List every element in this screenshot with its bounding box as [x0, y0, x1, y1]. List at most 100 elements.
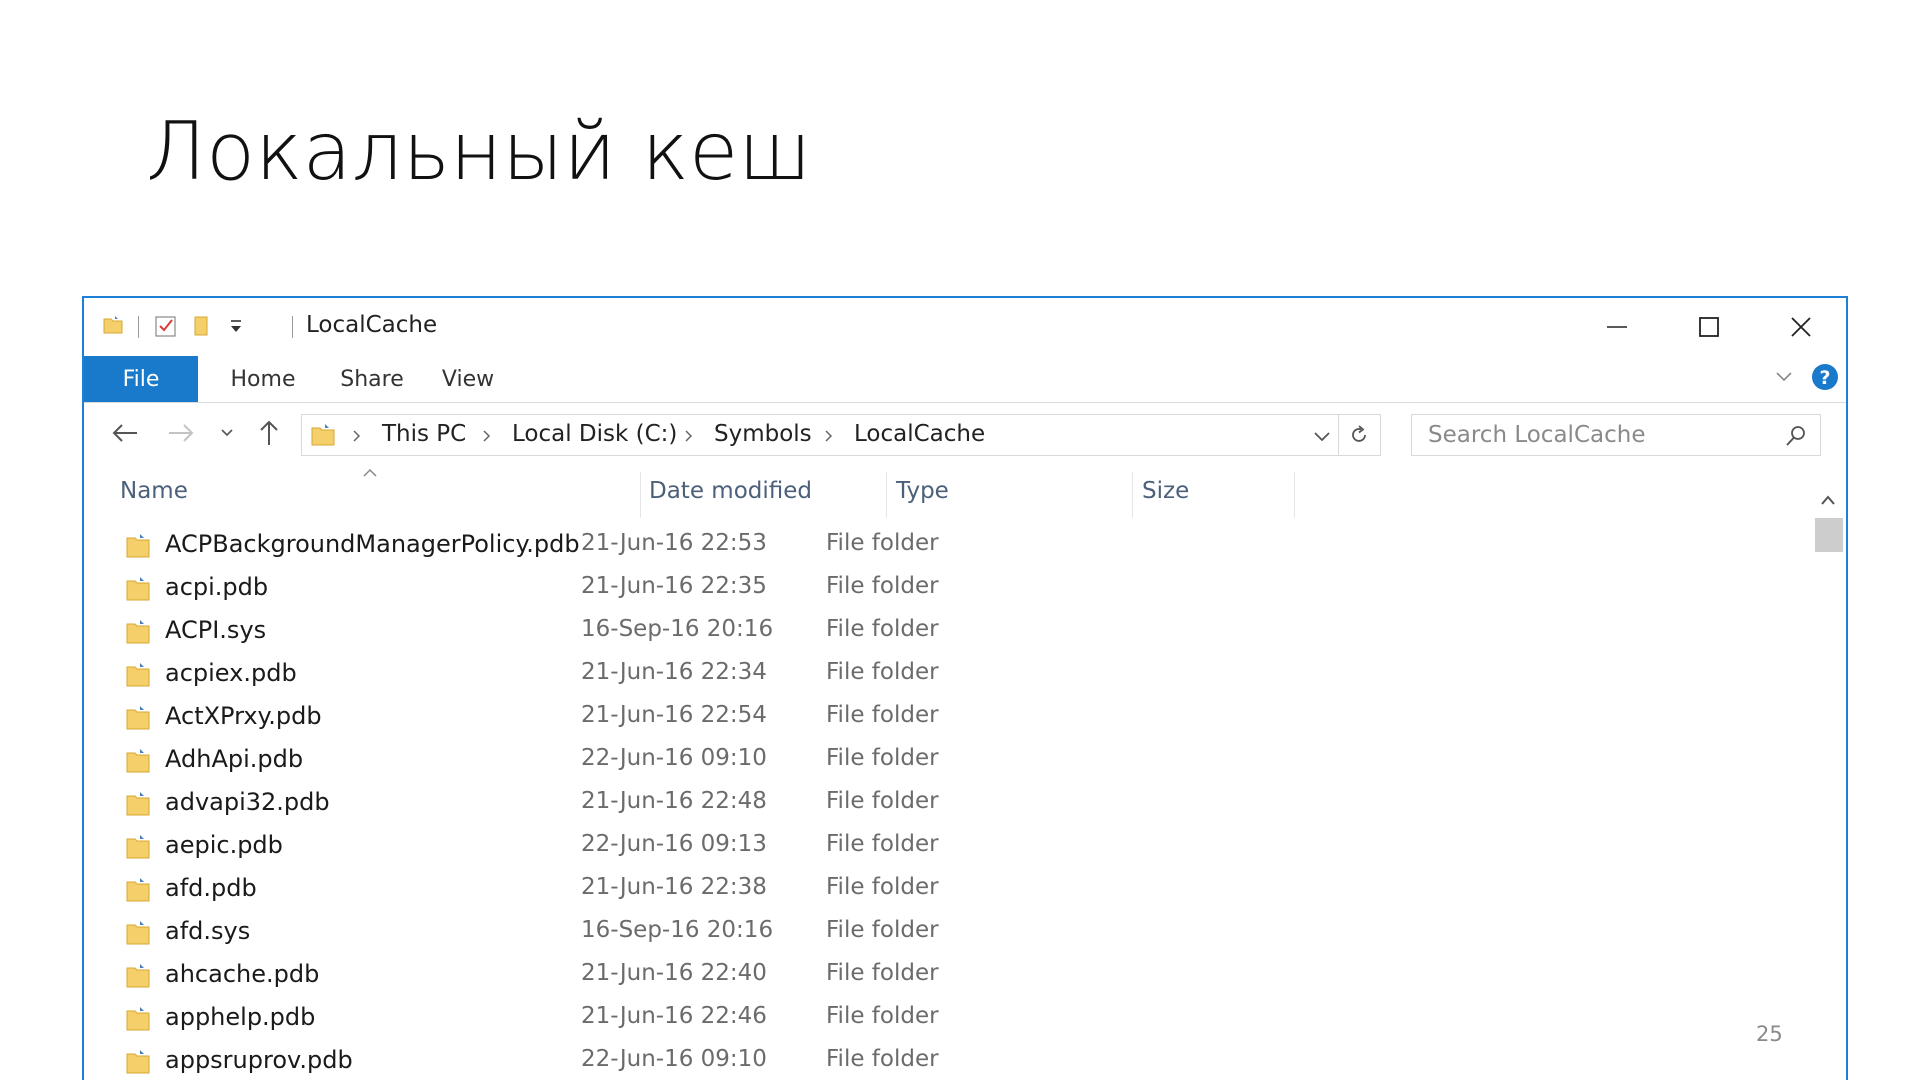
ribbon-tabs: File Home Share View ?: [84, 356, 1846, 403]
file-type: File folder: [826, 745, 939, 771]
file-date-modified: 21-Jun-16 22:34: [581, 659, 767, 685]
close-button[interactable]: [1755, 298, 1846, 356]
file-row[interactable]: afd.pdb 21-Jun-16 22:38 File folder: [114, 868, 1764, 911]
maximize-button[interactable]: [1663, 298, 1755, 356]
folder-icon: [124, 876, 152, 908]
tab-share[interactable]: Share: [328, 356, 416, 402]
file-type: File folder: [826, 573, 939, 599]
file-date-modified: 21-Jun-16 22:38: [581, 874, 767, 900]
scroll-up-button[interactable]: [1812, 484, 1844, 516]
folder-icon: [310, 422, 336, 452]
file-type: File folder: [826, 702, 939, 728]
chevron-right-icon[interactable]: [684, 428, 694, 447]
file-type: File folder: [826, 616, 939, 642]
file-row[interactable]: ACPI.sys 16-Sep-16 20:16 File folder: [114, 610, 1764, 653]
column-type[interactable]: Type: [896, 478, 949, 504]
refresh-icon[interactable]: [1348, 424, 1370, 450]
folder-icon: [124, 1005, 152, 1037]
file-date-modified: 22-Jun-16 09:10: [581, 745, 767, 771]
sort-ascending-icon: [362, 464, 378, 483]
file-row[interactable]: acpiex.pdb 21-Jun-16 22:34 File folder: [114, 653, 1764, 696]
file-type: File folder: [826, 831, 939, 857]
file-name: ActXPrxy.pdb: [165, 702, 322, 730]
back-button[interactable]: [108, 416, 142, 450]
chevron-right-icon[interactable]: [352, 428, 362, 447]
file-name: ACPI.sys: [165, 616, 267, 644]
file-name: ahcache.pdb: [165, 960, 320, 988]
file-row[interactable]: acpi.pdb 21-Jun-16 22:35 File folder: [114, 567, 1764, 610]
file-name: afd.pdb: [165, 874, 257, 902]
file-type: File folder: [826, 788, 939, 814]
scroll-thumb[interactable]: [1815, 518, 1843, 552]
file-row[interactable]: afd.sys 16-Sep-16 20:16 File folder: [114, 911, 1764, 954]
tab-home[interactable]: Home: [206, 356, 320, 402]
search-placeholder: Search LocalCache: [1428, 422, 1646, 448]
search-icon[interactable]: [1784, 424, 1808, 452]
file-name: appsruprov.pdb: [165, 1046, 353, 1074]
column-name[interactable]: Name: [120, 478, 188, 504]
column-date-modified[interactable]: Date modified: [649, 478, 812, 504]
folder-icon: [124, 661, 152, 693]
file-row[interactable]: ActXPrxy.pdb 21-Jun-16 22:54 File folder: [114, 696, 1764, 739]
file-type: File folder: [826, 1046, 939, 1072]
recent-locations-chevron-icon[interactable]: [210, 416, 244, 450]
breadcrumb-this-pc[interactable]: This PC: [382, 421, 466, 447]
customize-quick-access-icon[interactable]: [228, 318, 244, 340]
column-size[interactable]: Size: [1142, 478, 1189, 504]
file-name: apphelp.pdb: [165, 1003, 316, 1031]
slide-page-number: 25: [1756, 1022, 1783, 1046]
file-name: afd.sys: [165, 917, 251, 945]
folder-icon: [124, 704, 152, 736]
file-row[interactable]: AdhApi.pdb 22-Jun-16 09:10 File folder: [114, 739, 1764, 782]
column-divider[interactable]: [886, 472, 887, 518]
column-headers: Name Date modified Type Size: [84, 464, 1846, 524]
address-dropdown-icon[interactable]: [1312, 426, 1332, 450]
file-row[interactable]: advapi32.pdb 21-Jun-16 22:48 File folder: [114, 782, 1764, 825]
file-row[interactable]: aepic.pdb 22-Jun-16 09:13 File folder: [114, 825, 1764, 868]
breadcrumb-localcache[interactable]: LocalCache: [854, 421, 985, 447]
breadcrumb-symbols[interactable]: Symbols: [714, 421, 812, 447]
file-type: File folder: [826, 530, 939, 556]
address-bar[interactable]: This PC Local Disk (C:) Symbols LocalCac…: [301, 414, 1381, 456]
new-folder-icon[interactable]: [192, 314, 214, 342]
minimize-button[interactable]: [1571, 298, 1663, 356]
file-list: ACPBackgroundManagerPolicy.pdb 21-Jun-16 …: [84, 524, 1784, 1080]
column-divider[interactable]: [640, 472, 641, 518]
title-bar: LocalCache: [84, 298, 1846, 356]
file-row[interactable]: ACPBackgroundManagerPolicy.pdb 21-Jun-16 …: [114, 524, 1764, 567]
column-divider[interactable]: [1294, 472, 1295, 518]
file-row[interactable]: appsruprov.pdb 22-Jun-16 09:10 File folder: [114, 1040, 1764, 1080]
chevron-right-icon[interactable]: [824, 428, 834, 447]
folder-icon: [124, 532, 152, 564]
file-type: File folder: [826, 874, 939, 900]
file-name: aepic.pdb: [165, 831, 283, 859]
up-button[interactable]: [252, 416, 286, 450]
help-icon[interactable]: ?: [1810, 362, 1840, 396]
vertical-scrollbar[interactable]: [1812, 484, 1844, 1080]
breadcrumb-local-disk[interactable]: Local Disk (C:): [512, 421, 677, 447]
tab-view[interactable]: View: [424, 356, 512, 402]
properties-icon[interactable]: [154, 314, 178, 342]
expand-ribbon-icon[interactable]: [1774, 366, 1794, 390]
forward-button[interactable]: [164, 416, 198, 450]
file-row[interactable]: ahcache.pdb 21-Jun-16 22:40 File folder: [114, 954, 1764, 997]
chevron-right-icon[interactable]: [482, 428, 492, 447]
folder-icon[interactable]: [102, 314, 124, 340]
file-date-modified: 16-Sep-16 20:16: [581, 917, 774, 943]
file-type: File folder: [826, 1003, 939, 1029]
file-name: acpi.pdb: [165, 573, 269, 601]
file-date-modified: 22-Jun-16 09:13: [581, 831, 767, 857]
search-box[interactable]: Search LocalCache: [1411, 414, 1821, 456]
toolbar-separator: [292, 316, 293, 338]
tab-file[interactable]: File: [84, 356, 198, 402]
folder-icon: [124, 618, 152, 650]
file-date-modified: 21-Jun-16 22:54: [581, 702, 767, 728]
address-divider: [1338, 415, 1339, 455]
svg-text:?: ?: [1819, 367, 1830, 389]
file-name: advapi32.pdb: [165, 788, 330, 816]
column-divider[interactable]: [1132, 472, 1133, 518]
folder-icon: [124, 919, 152, 951]
explorer-window: LocalCache File Home Share View ? This P…: [82, 296, 1848, 1080]
file-row[interactable]: apphelp.pdb 21-Jun-16 22:46 File folder: [114, 997, 1764, 1040]
folder-icon: [124, 1048, 152, 1080]
